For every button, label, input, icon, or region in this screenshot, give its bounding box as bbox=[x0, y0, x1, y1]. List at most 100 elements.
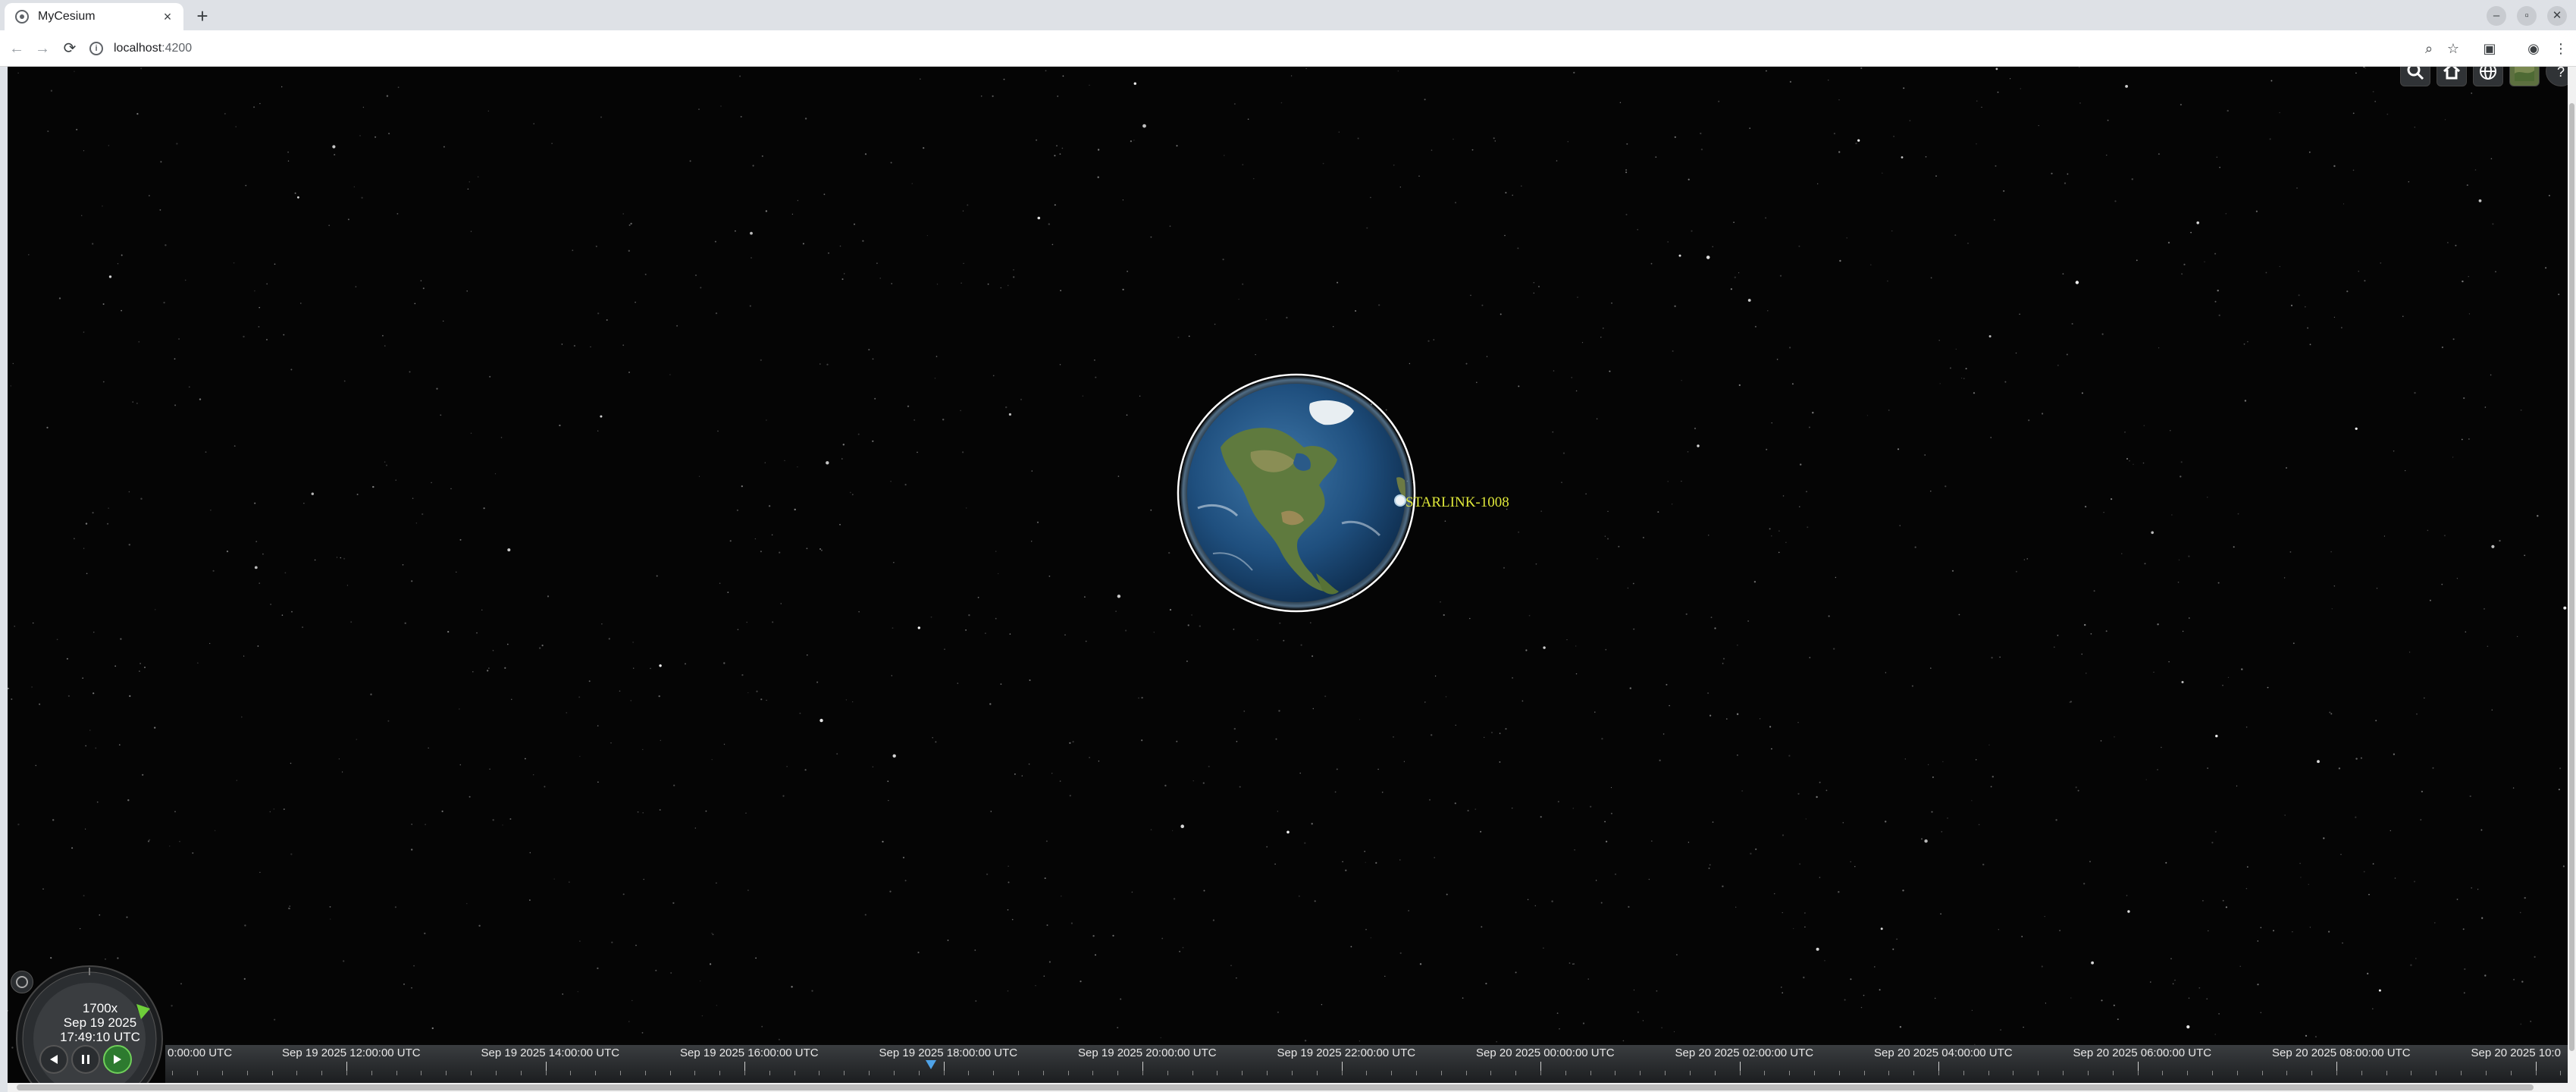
pause-button[interactable] bbox=[71, 1045, 100, 1074]
timeline-minor-tick bbox=[1242, 1071, 1243, 1075]
geocoder-search-button[interactable] bbox=[2400, 67, 2430, 86]
timeline-minor-tick bbox=[1813, 1071, 1815, 1075]
timeline-minor-tick bbox=[520, 1071, 522, 1075]
timeline-minor-tick bbox=[1341, 1071, 1343, 1075]
timeline-minor-tick bbox=[1665, 1071, 1666, 1075]
horizontal-scrollbar[interactable] bbox=[8, 1083, 2568, 1092]
tab-close-button[interactable]: × bbox=[159, 9, 176, 25]
menu-kebab-icon[interactable]: ⋮ bbox=[2550, 38, 2571, 59]
address-bar[interactable]: i localhost:4200 bbox=[89, 35, 2402, 62]
timeline-minor-tick bbox=[172, 1071, 174, 1075]
animation-speed: 1700x bbox=[82, 1001, 118, 1015]
timeline-label: Sep 20 2025 08:00:00 UTC bbox=[2272, 1046, 2411, 1059]
timeline-minor-tick bbox=[595, 1071, 597, 1075]
timeline-minor-tick bbox=[1540, 1071, 1541, 1075]
timeline-minor-tick bbox=[1092, 1071, 1094, 1075]
timeline-minor-tick bbox=[2087, 1071, 2089, 1075]
play-icon bbox=[114, 1055, 121, 1064]
timeline-minor-tick bbox=[1366, 1071, 1368, 1075]
help-button[interactable]: ? bbox=[2546, 67, 2568, 86]
timeline-minor-tick bbox=[1714, 1071, 1716, 1075]
timeline-minor-tick bbox=[1192, 1071, 1193, 1075]
satellite-label[interactable]: STARLINK-1008 bbox=[1406, 494, 1509, 511]
timeline-needle-icon[interactable] bbox=[926, 1060, 936, 1069]
timeline-minor-tick bbox=[1017, 1071, 1019, 1075]
timeline-minor-tick bbox=[918, 1071, 920, 1075]
timeline-minor-tick bbox=[993, 1071, 995, 1075]
timeline-minor-tick bbox=[1739, 1071, 1741, 1075]
timeline-label: 0:00:00 UTC bbox=[168, 1046, 233, 1059]
close-window-button[interactable]: ✕ bbox=[2547, 6, 2567, 26]
timeline-minor-tick bbox=[1042, 1071, 1044, 1075]
timeline-minor-tick bbox=[893, 1071, 895, 1075]
timeline-minor-tick bbox=[869, 1071, 870, 1075]
timeline-minor-tick bbox=[1640, 1071, 1641, 1075]
timeline-minor-tick bbox=[246, 1071, 248, 1075]
timeline-minor-tick bbox=[1316, 1071, 1318, 1075]
timeline-minor-tick bbox=[1267, 1071, 1268, 1075]
earth-globe[interactable] bbox=[1167, 364, 1425, 622]
timeline-minor-tick bbox=[2162, 1071, 2164, 1075]
timeline-minor-tick bbox=[2461, 1071, 2462, 1075]
browser-tab-strip: MyCesium × + – ▫ ✕ bbox=[0, 0, 2576, 30]
browser-tab[interactable]: MyCesium × bbox=[5, 3, 183, 30]
svg-text:?: ? bbox=[2557, 67, 2565, 80]
timeline-minor-tick bbox=[2063, 1071, 2064, 1075]
play-forward-button[interactable] bbox=[103, 1045, 132, 1074]
back-button[interactable]: ← bbox=[5, 36, 29, 61]
timeline-minor-tick bbox=[1167, 1071, 1168, 1075]
animation-widget[interactable]: 1700x Sep 19 2025 17:49:10 UTC bbox=[12, 965, 164, 1092]
timeline-minor-tick bbox=[1689, 1071, 1691, 1075]
timeline-minor-tick bbox=[2510, 1071, 2512, 1075]
timeline-minor-tick bbox=[471, 1071, 472, 1075]
timeline-minor-tick bbox=[2236, 1071, 2238, 1075]
timeline-label: Sep 20 2025 04:00:00 UTC bbox=[1874, 1046, 2013, 1059]
profile-icon[interactable]: ◉ bbox=[2523, 38, 2544, 59]
minimize-button[interactable]: – bbox=[2487, 6, 2506, 26]
timeline-minor-tick bbox=[371, 1071, 372, 1075]
timeline-minor-tick bbox=[2361, 1071, 2362, 1075]
tab-title: MyCesium bbox=[38, 10, 96, 23]
timeline-minor-tick bbox=[1465, 1071, 1467, 1075]
timeline-minor-tick bbox=[545, 1071, 547, 1075]
timeline-label: Sep 20 2025 06:00:00 UTC bbox=[2073, 1046, 2212, 1059]
forward-button[interactable]: → bbox=[30, 36, 55, 61]
timeline-minor-tick bbox=[2137, 1071, 2139, 1075]
maximize-button[interactable]: ▫ bbox=[2517, 6, 2537, 26]
site-info-icon[interactable]: i bbox=[89, 42, 103, 55]
reload-button[interactable]: ⟳ bbox=[58, 36, 82, 61]
animation-time: 17:49:10 UTC bbox=[60, 1030, 140, 1044]
timeline-minor-tick bbox=[719, 1071, 721, 1075]
timeline-label: Sep 19 2025 22:00:00 UTC bbox=[1277, 1046, 1416, 1059]
timeline-minor-tick bbox=[1988, 1071, 1989, 1075]
play-reverse-button[interactable] bbox=[39, 1045, 68, 1074]
timeline-minor-tick bbox=[1391, 1071, 1393, 1075]
timeline-minor-tick bbox=[2261, 1071, 2263, 1075]
timeline-minor-tick bbox=[1838, 1071, 1840, 1075]
timeline-minor-tick bbox=[2286, 1071, 2288, 1075]
home-button[interactable] bbox=[2437, 67, 2467, 86]
base-layer-picker-button[interactable] bbox=[2509, 67, 2540, 86]
timeline-minor-tick bbox=[1291, 1071, 1293, 1075]
url-port: :4200 bbox=[161, 42, 193, 55]
pause-icon bbox=[82, 1055, 89, 1064]
timeline-minor-tick bbox=[2311, 1071, 2313, 1075]
bookmark-star-icon[interactable]: ☆ bbox=[2443, 38, 2464, 59]
vertical-scrollbar[interactable] bbox=[2568, 67, 2576, 1092]
reading-mode-icon[interactable]: ▣ bbox=[2479, 38, 2500, 59]
satellite-marker-icon[interactable] bbox=[1394, 494, 1406, 507]
timeline-minor-tick bbox=[570, 1071, 572, 1075]
timeline-minor-tick bbox=[1142, 1071, 1143, 1075]
timeline-minor-tick bbox=[495, 1071, 497, 1075]
timeline-minor-tick bbox=[271, 1071, 273, 1075]
timeline-label: Sep 19 2025 18:00:00 UTC bbox=[879, 1046, 1018, 1059]
timeline-minor-tick bbox=[1415, 1071, 1417, 1075]
timeline[interactable]: 0:00:00 UTC Sep 19 2025 12:00:00 UTC Sep 1… bbox=[165, 1045, 2568, 1083]
scene-mode-globe-button[interactable] bbox=[2473, 67, 2503, 86]
timeline-minor-tick bbox=[694, 1071, 696, 1075]
new-tab-button[interactable]: + bbox=[191, 5, 214, 27]
zoom-icon[interactable]: ⌕ bbox=[2418, 38, 2440, 59]
timeline-minor-tick bbox=[446, 1071, 447, 1075]
timeline-minor-tick bbox=[794, 1071, 795, 1075]
timeline-minor-tick bbox=[1067, 1071, 1069, 1075]
